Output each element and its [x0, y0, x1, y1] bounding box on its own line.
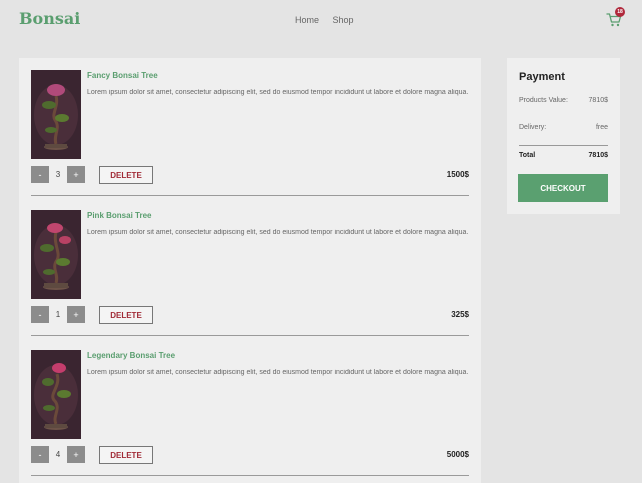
divider — [31, 195, 469, 196]
qty-increase-button[interactable]: + — [67, 166, 85, 183]
total-row: Total 7810$ — [519, 152, 608, 159]
delivery-row: Delivery: free — [519, 124, 608, 131]
delivery-label: Delivery: — [519, 124, 547, 131]
item-price: 325$ — [451, 310, 469, 319]
item-name[interactable]: Pink Bonsai Tree — [87, 211, 151, 220]
qty-value: 4 — [55, 450, 61, 459]
bonsai-thumbnail — [31, 350, 81, 439]
bonsai-thumbnail — [31, 210, 81, 299]
cart-item: Pink Bonsai Tree Lorem ipsum dolor sit a… — [19, 198, 481, 338]
item-description: Lorem ipsum dolor sit amet, consectetur … — [87, 369, 469, 376]
total-value: 7810$ — [588, 152, 608, 159]
payment-title: Payment — [519, 71, 565, 83]
nav-home[interactable]: Home — [295, 15, 319, 25]
payment-divider — [519, 145, 608, 146]
cart-item: Fancy Bonsai Tree Lorem ipsum dolor sit … — [19, 58, 481, 198]
main-nav: Home Shop — [295, 15, 365, 25]
products-value-row: Products Value: 7810$ — [519, 97, 608, 104]
divider — [31, 335, 469, 336]
cart-item: Legendary Bonsai Tree Lorem ipsum dolor … — [19, 338, 481, 478]
qty-decrease-button[interactable]: - — [31, 306, 49, 323]
delete-button[interactable]: DELETE — [99, 306, 153, 324]
total-label: Total — [519, 152, 536, 159]
cart-items-panel: Fancy Bonsai Tree Lorem ipsum dolor sit … — [19, 58, 481, 483]
item-price: 5000$ — [446, 450, 469, 459]
item-description: Lorem ipsum dolor sit amet, consectetur … — [87, 89, 469, 96]
products-value: 7810$ — [588, 97, 608, 104]
item-name[interactable]: Legendary Bonsai Tree — [87, 351, 175, 360]
qty-increase-button[interactable]: + — [67, 446, 85, 463]
nav-shop[interactable]: Shop — [333, 15, 354, 25]
qty-decrease-button[interactable]: - — [31, 166, 49, 183]
delivery-value: free — [595, 124, 608, 131]
qty-value: 3 — [55, 170, 61, 179]
cart-count-badge: 18 — [615, 7, 625, 17]
checkout-button[interactable]: CHECKOUT — [518, 174, 608, 202]
qty-increase-button[interactable]: + — [67, 306, 85, 323]
payment-panel: Payment Products Value: 7810$ Delivery: … — [507, 58, 620, 214]
qty-value: 1 — [55, 310, 61, 319]
products-value-label: Products Value: — [519, 97, 568, 104]
item-name[interactable]: Fancy Bonsai Tree — [87, 71, 158, 80]
divider — [31, 475, 469, 476]
cart-button[interactable]: 18 — [606, 7, 625, 28]
qty-decrease-button[interactable]: - — [31, 446, 49, 463]
header: Bonsai Home Shop 18 — [0, 0, 642, 42]
delete-button[interactable]: DELETE — [99, 446, 153, 464]
item-price: 1500$ — [446, 170, 469, 179]
bonsai-thumbnail — [31, 70, 81, 159]
logo[interactable]: Bonsai — [19, 9, 80, 28]
item-description: Lorem ipsum dolor sit amet, consectetur … — [87, 229, 469, 236]
delete-button[interactable]: DELETE — [99, 166, 153, 184]
